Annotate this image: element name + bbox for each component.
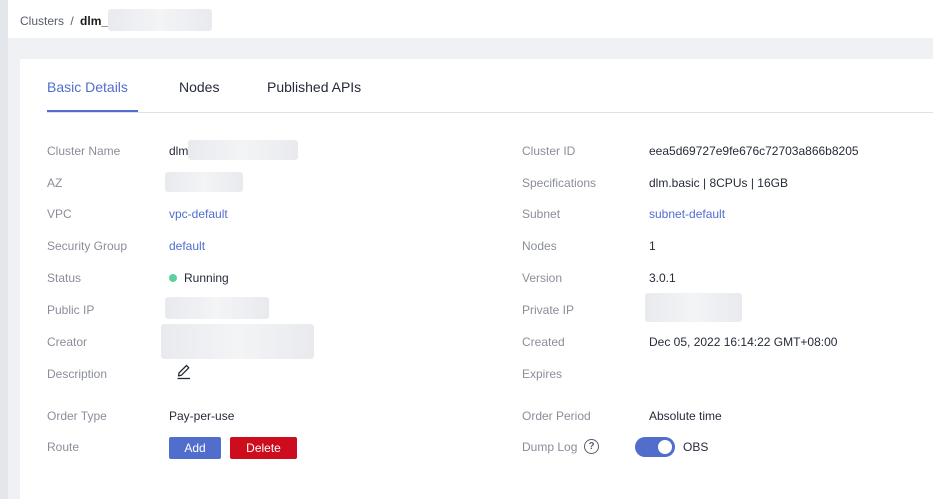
cluster-name-text: dlm [169, 144, 189, 159]
creator-label: Creator [47, 335, 88, 349]
status-value: Running [169, 271, 229, 285]
description-label: Description [47, 367, 108, 381]
order-type-value: Pay-per-use [169, 409, 235, 423]
redacted-public-ip [165, 297, 269, 319]
breadcrumb-separator: / [70, 14, 74, 29]
version-label: Version [522, 271, 563, 285]
order-period-label: Order Period [522, 409, 591, 423]
nodes-value: 1 [649, 239, 656, 253]
cluster-id-value: eea5d69727e9fe676c72703a866b8205 [649, 144, 859, 158]
order-period-value: Absolute time [649, 409, 722, 423]
cluster-name-value: dlm [169, 140, 299, 160]
breadcrumb-bar: Clusters / dlm_ [8, 0, 933, 38]
breadcrumb-current: dlm_ [80, 14, 109, 29]
route-label: Route [47, 440, 80, 454]
expires-label: Expires [522, 367, 563, 381]
pencil-icon[interactable] [176, 362, 192, 380]
status-label: Status [47, 271, 82, 285]
tab-published-apis[interactable]: Published APIs [267, 79, 361, 95]
active-tab-indicator [47, 110, 138, 112]
nodes-label: Nodes [522, 239, 557, 253]
tab-basic-details[interactable]: Basic Details [47, 79, 128, 95]
question-circle-icon[interactable]: ? [584, 439, 599, 454]
security-group-link[interactable]: default [169, 239, 205, 253]
left-edge [0, 0, 8, 499]
security-group-label: Security Group [47, 239, 128, 253]
delete-route-button[interactable]: Delete [230, 437, 297, 459]
redacted-creator [161, 324, 314, 359]
breadcrumb-clusters-link[interactable]: Clusters [20, 14, 64, 28]
subnet-label: Subnet [522, 207, 561, 221]
specifications-value: dlm.basic | 8CPUs | 16GB [649, 176, 788, 190]
status-running-dot-icon [169, 274, 177, 282]
specifications-label: Specifications [522, 176, 597, 190]
dump-log-target: OBS [683, 440, 709, 454]
created-label: Created [522, 335, 565, 349]
version-value: 3.0.1 [649, 271, 676, 285]
status-text: Running [184, 271, 229, 285]
vpc-label: VPC [47, 207, 72, 221]
private-ip-label: Private IP [522, 303, 575, 317]
subnet-link[interactable]: subnet-default [649, 207, 725, 221]
add-route-button[interactable]: Add [169, 437, 221, 459]
cluster-id-label: Cluster ID [522, 144, 576, 158]
created-value: Dec 05, 2022 16:14:22 GMT+08:00 [649, 335, 838, 349]
dump-log-toggle[interactable] [635, 437, 675, 457]
redacted-az-value [165, 172, 243, 192]
dump-log-label: Dump Log [522, 440, 578, 454]
cluster-name-label: Cluster Name [47, 144, 121, 158]
redacted-private-ip [645, 293, 742, 322]
order-type-label: Order Type [47, 409, 107, 423]
tab-divider [47, 112, 933, 113]
breadcrumb: Clusters / dlm_ [20, 9, 213, 31]
toggle-knob [658, 440, 672, 454]
tab-nodes[interactable]: Nodes [179, 79, 219, 95]
az-label: AZ [47, 176, 63, 190]
detail-card: Basic Details Nodes Published APIs Clust… [20, 59, 933, 499]
public-ip-label: Public IP [47, 303, 95, 317]
vpc-link[interactable]: vpc-default [169, 207, 228, 221]
redacted-value [188, 140, 299, 160]
redacted-cluster-name [108, 9, 213, 31]
